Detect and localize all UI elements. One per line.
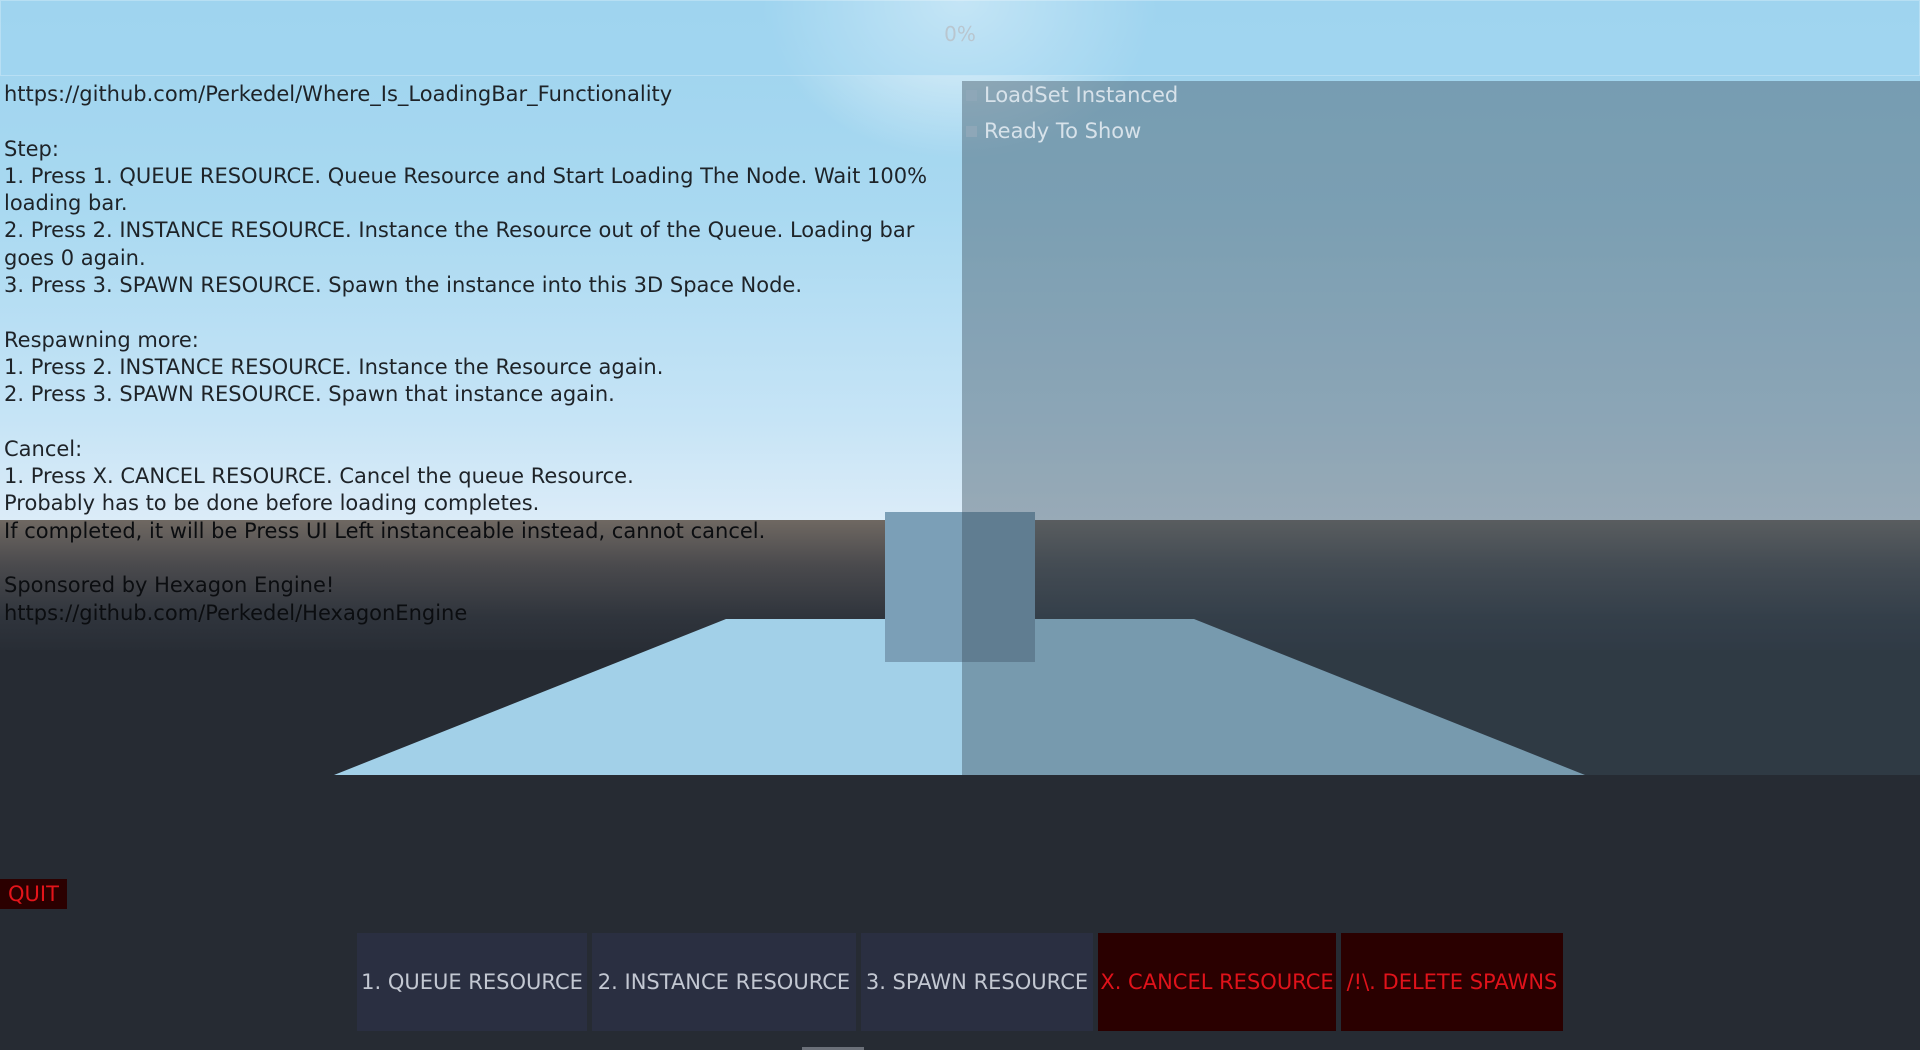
checkbox-icon [966,89,977,101]
cancel-resource-button[interactable]: X. CANCEL RESOURCE [1098,933,1336,1031]
loading-bar-percent: 0% [944,22,976,46]
delete-spawns-button[interactable]: /!\. DELETE SPAWNS [1341,933,1563,1031]
instance-resource-button[interactable]: 2. INSTANCE RESOURCE [592,933,856,1031]
right-panel-overlay [962,81,1920,775]
instructions-lower: If completed, it will be Press UI Left i… [4,518,766,625]
loadset-instanced-check[interactable]: LoadSet Instanced [966,80,1178,110]
instructions-upper: https://github.com/Perkedel/Where_Is_Loa… [4,82,928,516]
quit-button[interactable]: QUIT [0,879,67,909]
game-viewport: 0% https://github.com/Perkedel/Where_Is_… [0,0,1920,1050]
instructions-text: https://github.com/Perkedel/Where_Is_Loa… [4,81,959,627]
ready-to-show-label: Ready To Show [984,119,1142,143]
spawn-resource-button[interactable]: 3. SPAWN RESOURCE [861,933,1093,1031]
ready-to-show-check[interactable]: Ready To Show [966,116,1141,146]
queue-resource-button[interactable]: 1. QUEUE RESOURCE [357,933,587,1031]
loadset-instanced-label: LoadSet Instanced [984,83,1179,107]
checkbox-icon [966,125,977,137]
